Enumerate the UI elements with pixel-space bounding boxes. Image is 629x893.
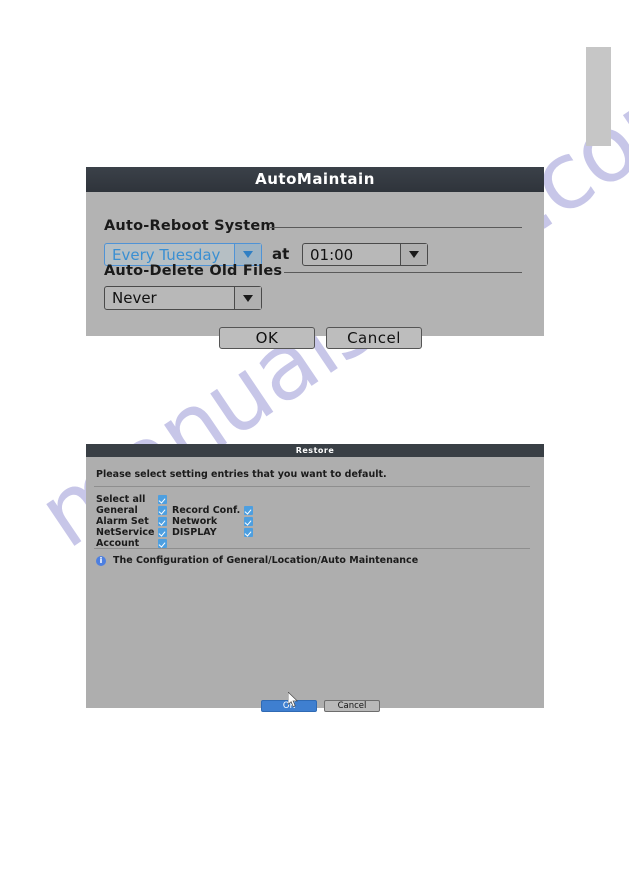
checkbox-netservice[interactable] xyxy=(158,528,167,537)
group-rule-auto-delete-old-files xyxy=(284,272,522,273)
automaintain-titlebar: AutoMaintain xyxy=(86,167,544,192)
checkbox-account[interactable] xyxy=(158,539,167,548)
restore-entry-network[interactable]: Network xyxy=(172,516,253,527)
restore-entry-label: NetService xyxy=(96,527,155,538)
checkbox-select-all[interactable] xyxy=(158,495,167,504)
chevron-down-icon[interactable] xyxy=(234,244,261,265)
info-icon: i xyxy=(96,555,106,566)
at-label: at xyxy=(272,245,290,263)
group-rule-auto-reboot-system xyxy=(270,227,522,228)
restore-rule-top xyxy=(94,486,530,487)
restore-instruction: Please select setting entries that you w… xyxy=(96,469,387,480)
restore-entry-alarm-set[interactable]: Alarm Set xyxy=(96,516,167,527)
restore-body: Please select setting entries that you w… xyxy=(86,457,544,712)
group-label-auto-delete-old-files: Auto-Delete Old Files xyxy=(104,263,283,279)
delete-old-files-value: Never xyxy=(112,289,157,307)
restore-entry-label: DISPLAY xyxy=(172,527,217,538)
automaintain-ok-button[interactable]: OK xyxy=(219,327,315,349)
restore-entry-label: Alarm Set xyxy=(96,516,149,527)
checkbox-network[interactable] xyxy=(244,517,253,526)
restore-entry-label: Select all xyxy=(96,494,146,505)
restore-rule-bottom xyxy=(94,548,530,549)
automaintain-dialog: AutoMaintain Auto-Reboot System Every Tu… xyxy=(86,167,544,349)
restore-info-line: i The Configuration of General/Location/… xyxy=(96,555,418,566)
checkbox-alarm-set[interactable] xyxy=(158,517,167,526)
restore-entry-netservice[interactable]: NetService xyxy=(96,527,167,538)
restore-entry-label: General xyxy=(96,505,138,516)
restore-cancel-button[interactable]: Cancel xyxy=(324,700,380,712)
delete-old-files-dropdown[interactable]: Never xyxy=(104,286,262,310)
page-side-tab xyxy=(586,47,611,146)
chevron-down-icon[interactable] xyxy=(400,244,427,265)
group-label-auto-reboot-system: Auto-Reboot System xyxy=(104,218,276,234)
page-canvas: manualshive.com AutoMaintain Auto-Reboot… xyxy=(0,0,629,893)
automaintain-cancel-button[interactable]: Cancel xyxy=(326,327,422,349)
checkbox-record-conf[interactable] xyxy=(244,506,253,515)
reboot-day-value: Every Tuesday xyxy=(112,245,221,264)
reboot-time-value: 01:00 xyxy=(310,245,354,264)
restore-entry-display[interactable]: DISPLAY xyxy=(172,527,253,538)
automaintain-body: Auto-Reboot System Every Tuesday at 01:0… xyxy=(86,192,544,349)
restore-info-text: The Configuration of General/Location/Au… xyxy=(113,555,419,566)
chevron-down-icon[interactable] xyxy=(234,287,261,309)
restore-ok-button[interactable]: OK xyxy=(261,700,317,712)
reboot-time-dropdown[interactable]: 01:00 xyxy=(302,243,428,266)
checkbox-display[interactable] xyxy=(244,528,253,537)
restore-entry-select-all[interactable]: Select all xyxy=(96,494,167,505)
restore-dialog: Restore Please select setting entries th… xyxy=(86,444,544,712)
restore-titlebar: Restore xyxy=(86,444,544,457)
restore-entry-record-conf[interactable]: Record Conf. xyxy=(172,505,253,516)
restore-entry-general[interactable]: General xyxy=(96,505,167,516)
restore-entry-label: Record Conf. xyxy=(172,505,241,516)
restore-entry-label: Network xyxy=(172,516,218,527)
checkbox-general[interactable] xyxy=(158,506,167,515)
